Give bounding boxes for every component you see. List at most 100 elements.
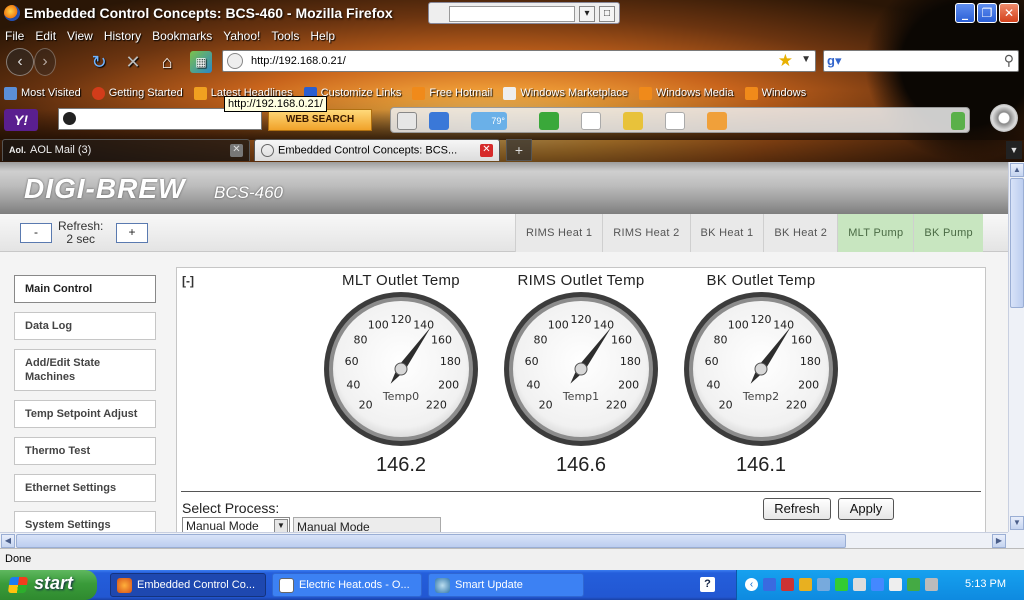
help-icon[interactable]: ? bbox=[700, 577, 715, 592]
apply-button[interactable]: Apply bbox=[838, 498, 894, 520]
output-bk-heat-2[interactable]: BK Heat 2 bbox=[763, 214, 838, 252]
menu-tools[interactable]: Tools bbox=[266, 27, 305, 45]
horizontal-scroll-thumb[interactable] bbox=[16, 534, 846, 548]
search-magnifier-icon[interactable]: ⚲ bbox=[1004, 52, 1014, 69]
output-mlt-pump[interactable]: MLT Pump bbox=[837, 214, 914, 252]
mini-toolbar-input[interactable] bbox=[449, 6, 575, 22]
bookmark-windows-media[interactable]: Windows Media bbox=[635, 82, 741, 102]
tab-list-dropdown-icon[interactable]: ▼ bbox=[1006, 141, 1022, 159]
menu-help[interactable]: Help bbox=[305, 27, 341, 45]
sidebar-item-system-settings[interactable]: System Settings bbox=[14, 511, 156, 532]
answers-icon[interactable] bbox=[539, 112, 559, 130]
taskbar-item-smart-update[interactable]: Smart Update bbox=[428, 573, 584, 597]
sidebar-item-thermo-test[interactable]: Thermo Test bbox=[14, 437, 156, 465]
mini-toolbar-dropdown-icon[interactable]: ▾ bbox=[579, 6, 595, 22]
shield-icon[interactable] bbox=[799, 578, 812, 591]
scroll-right-icon[interactable]: ▶ bbox=[992, 534, 1006, 548]
scroll-left-icon[interactable]: ◀ bbox=[1, 534, 15, 548]
site-identity-icon[interactable] bbox=[227, 53, 243, 69]
add-button-icon[interactable] bbox=[951, 112, 965, 130]
output-rims-heat-1[interactable]: RIMS Heat 1 bbox=[515, 214, 603, 252]
home-icon[interactable]: ⌂ bbox=[156, 51, 178, 73]
back-button[interactable]: ‹ bbox=[6, 48, 34, 76]
mini-toolbar-window-icon[interactable]: □ bbox=[599, 6, 615, 22]
stop-icon[interactable]: ✕ bbox=[122, 51, 144, 73]
close-tab-icon[interactable]: ✕ bbox=[480, 144, 493, 157]
scroll-down-icon[interactable]: ▼ bbox=[1010, 516, 1024, 530]
search-bar[interactable]: g▾ ⚲ bbox=[823, 50, 1019, 72]
process-select[interactable]: Manual Mode ▼ bbox=[182, 517, 290, 532]
bookmark-windows-marketplace[interactable]: Windows Marketplace bbox=[499, 82, 635, 102]
minimize-button[interactable]: _ bbox=[955, 3, 975, 23]
sidebar-item-main-control[interactable]: Main Control bbox=[14, 275, 156, 303]
gauge-title: RIMS Outlet Temp bbox=[517, 272, 645, 289]
url-text[interactable]: http://192.168.0.21/ bbox=[251, 55, 346, 67]
url-history-dropdown-icon[interactable]: ▼ bbox=[801, 54, 811, 65]
mail-icon[interactable] bbox=[429, 112, 449, 130]
collapse-toggle[interactable]: [-] bbox=[182, 274, 194, 288]
output-rims-heat-2[interactable]: RIMS Heat 2 bbox=[602, 214, 690, 252]
maximize-button[interactable]: ❐ bbox=[977, 3, 997, 23]
volume-icon[interactable] bbox=[889, 578, 902, 591]
printer-icon[interactable] bbox=[817, 578, 830, 591]
sidebar-item-temp-setpoint[interactable]: Temp Setpoint Adjust bbox=[14, 400, 156, 428]
refresh-button[interactable]: Refresh bbox=[763, 498, 831, 520]
security-icon[interactable] bbox=[781, 578, 794, 591]
menu-edit[interactable]: Edit bbox=[30, 27, 62, 45]
sidebar-item-ethernet-settings[interactable]: Ethernet Settings bbox=[14, 474, 156, 502]
weather-icon[interactable]: 79° bbox=[471, 112, 507, 130]
bookmark-free-hotmail[interactable]: Free Hotmail bbox=[408, 82, 499, 102]
google-engine-icon[interactable]: g▾ bbox=[827, 53, 845, 69]
close-window-button[interactable]: ✕ bbox=[999, 3, 1019, 23]
bookmark-most-visited[interactable]: Most Visited bbox=[0, 82, 88, 102]
antivirus-icon[interactable] bbox=[835, 578, 848, 591]
gauge-tick-label: 40 bbox=[706, 379, 720, 392]
gauge-tick-label: 200 bbox=[618, 379, 639, 392]
tab-bcs-460[interactable]: Embedded Control Concepts: BCS... ✕ bbox=[254, 139, 500, 161]
web-search-button[interactable]: WEB SEARCH bbox=[268, 109, 372, 131]
update-icon[interactable] bbox=[907, 578, 920, 591]
refresh-decrease-button[interactable]: - bbox=[20, 223, 52, 243]
sidebar-item-data-log[interactable]: Data Log bbox=[14, 312, 156, 340]
monitor-icon[interactable] bbox=[925, 578, 938, 591]
url-bar[interactable]: http://192.168.0.21/ ★ ▼ bbox=[222, 50, 816, 72]
horizontal-scrollbar[interactable]: ◀ ▶ bbox=[0, 532, 1008, 548]
ebay-icon[interactable] bbox=[665, 112, 685, 130]
notepad-icon[interactable] bbox=[623, 112, 643, 130]
refresh-increase-button[interactable]: + bbox=[116, 223, 148, 243]
new-tab-button[interactable]: + bbox=[506, 139, 532, 161]
tab-aol-mail[interactable]: Aol. AOL Mail (3) ✕ bbox=[2, 139, 250, 161]
bookmark-windows[interactable]: Windows bbox=[741, 82, 814, 102]
settings-gear-icon[interactable] bbox=[990, 104, 1018, 132]
flickr-icon[interactable] bbox=[581, 112, 601, 130]
bookmark-getting-started[interactable]: Getting Started bbox=[88, 82, 190, 102]
menu-bookmarks[interactable]: Bookmarks bbox=[147, 27, 218, 45]
taskbar-item-openoffice[interactable]: Electric Heat.ods - O... bbox=[272, 573, 422, 597]
forward-button[interactable]: › bbox=[34, 48, 56, 76]
bluetooth-icon[interactable] bbox=[853, 578, 866, 591]
close-tab-icon[interactable]: ✕ bbox=[230, 144, 243, 157]
taskbar-item-firefox[interactable]: Embedded Control Co... bbox=[110, 573, 266, 597]
menu-history[interactable]: History bbox=[99, 27, 147, 45]
scroll-up-icon[interactable]: ▲ bbox=[1010, 163, 1024, 177]
display-icon[interactable] bbox=[871, 578, 884, 591]
network-icon[interactable] bbox=[763, 578, 776, 591]
output-bk-heat-1[interactable]: BK Heat 1 bbox=[689, 214, 764, 252]
highlighter-icon[interactable] bbox=[397, 112, 417, 130]
vertical-scroll-thumb[interactable] bbox=[1010, 178, 1024, 308]
amazon-icon[interactable] bbox=[707, 112, 727, 130]
bookmark-star-icon[interactable]: ★ bbox=[778, 51, 793, 71]
vertical-scrollbar[interactable]: ▲ ▼ bbox=[1008, 162, 1024, 532]
start-button[interactable]: start bbox=[0, 570, 97, 600]
menu-file[interactable]: File bbox=[0, 27, 30, 45]
gauge-value: 146.1 bbox=[735, 454, 787, 476]
output-bk-pump[interactable]: BK Pump bbox=[913, 214, 983, 252]
yahoo-logo[interactable]: Y! bbox=[4, 109, 38, 131]
show-hidden-icons-icon[interactable]: ‹ bbox=[745, 578, 758, 591]
chevron-down-icon[interactable]: ▼ bbox=[274, 519, 288, 532]
menu-view[interactable]: View bbox=[62, 27, 99, 45]
reload-icon[interactable]: ↻ bbox=[88, 51, 110, 73]
sidebar-item-state-machines[interactable]: Add/Edit State Machines bbox=[14, 349, 156, 391]
menu-yahoo[interactable]: Yahoo! bbox=[218, 27, 266, 45]
bookmark-grid-icon[interactable]: ▦ bbox=[190, 51, 212, 73]
